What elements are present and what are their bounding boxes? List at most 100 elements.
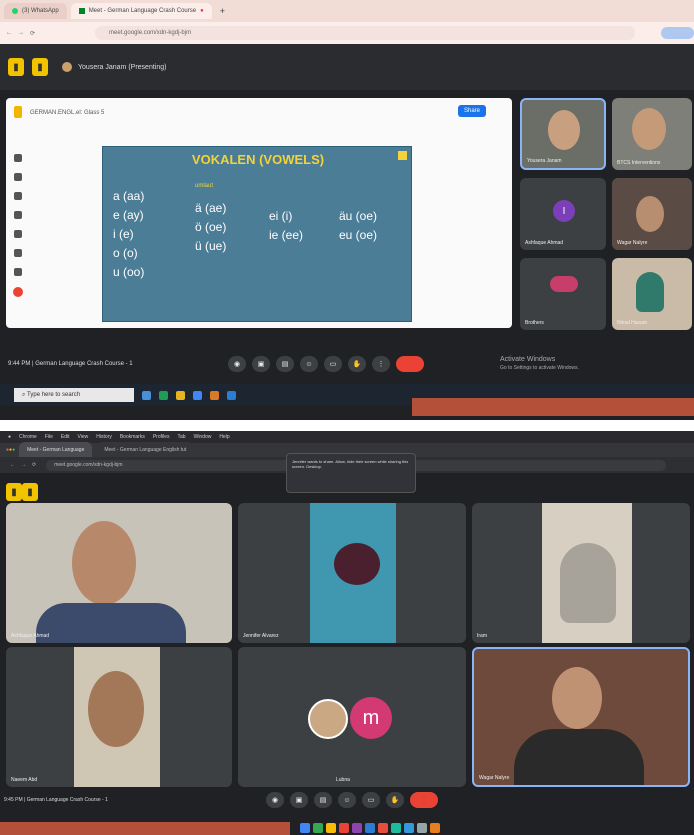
menu-item[interactable]: Profiles (153, 434, 170, 440)
word-icon[interactable] (227, 390, 236, 400)
tab-meet-2[interactable]: Meet - German Language English tut (96, 442, 195, 458)
marker-tool-icon[interactable] (14, 173, 22, 181)
calendar-icon[interactable] (339, 823, 349, 833)
new-tab-button[interactable]: + (220, 6, 225, 16)
forward-icon[interactable]: → (21, 462, 26, 468)
explorer-icon[interactable] (176, 390, 185, 400)
captions-button[interactable]: ▤ (314, 792, 332, 808)
vowel-column-umlaut: ä (ae) ö (oe) ü (ue) (195, 199, 226, 256)
avatar: m (350, 697, 392, 739)
podcasts-icon[interactable] (352, 823, 362, 833)
participant-tile[interactable]: Ashfaque Ahmad (6, 503, 232, 643)
record-tool-icon[interactable] (13, 287, 23, 297)
chrome-icon[interactable] (193, 390, 202, 400)
share-button[interactable]: Share (457, 105, 486, 117)
edge-icon[interactable] (159, 390, 168, 400)
vowel-aeu: äu (oe) (339, 209, 378, 223)
participant-tile[interactable]: Wagar Nalyre (472, 647, 690, 787)
participant-tile[interactable]: BTCS Interventions (612, 98, 692, 170)
finder-icon[interactable] (300, 823, 310, 833)
meet-toolbar-button[interactable]: ▮ (8, 58, 24, 76)
emoji-button[interactable]: ☺ (300, 356, 318, 372)
back-icon[interactable]: ← (6, 30, 12, 36)
meet-panel-button[interactable]: ▮ (32, 58, 48, 76)
task-view-icon[interactable] (142, 390, 151, 400)
print-tool-icon[interactable] (14, 230, 22, 238)
participant-name: Jennifer Alvarez (243, 633, 279, 639)
meeting-info: 9:44 PM | German Language Crash Course -… (8, 361, 133, 367)
meet-toolbar-button[interactable]: ▮ (6, 483, 22, 501)
expand-tool-icon[interactable] (14, 268, 22, 276)
end-call-button[interactable] (396, 356, 424, 372)
end-call-button[interactable] (410, 792, 438, 808)
notes-icon[interactable] (326, 823, 336, 833)
menu-item[interactable]: History (96, 434, 112, 440)
participant-tile[interactable]: Wagar Nalyre (612, 178, 692, 250)
avatar (550, 276, 578, 292)
facetime-icon[interactable] (313, 823, 323, 833)
participant-tile[interactable]: Jennifer Alvarez (238, 503, 466, 643)
reload-icon[interactable]: ⟳ (32, 462, 36, 468)
slides-logo-icon (14, 106, 22, 118)
url-field[interactable]: meet.google.com/xdn-kgdj-bjm (95, 26, 636, 40)
forward-icon[interactable]: → (18, 30, 24, 36)
tab-whatsapp[interactable]: (3) WhatsApp (4, 3, 67, 19)
music-icon[interactable] (378, 823, 388, 833)
menu-item[interactable]: File (45, 434, 53, 440)
apple-icon[interactable]: ● (8, 434, 11, 440)
mic-button[interactable]: ◉ (266, 792, 284, 808)
screen-share-notification[interactable]: Jennifer wants to share. Allow, hide the… (286, 453, 416, 493)
participant-tile[interactable]: I Ashfaque Ahmad (520, 178, 606, 250)
participant-tile[interactable]: Nimal Hazam (612, 258, 692, 330)
mic-button[interactable]: ◉ (228, 356, 246, 372)
profile-chip[interactable] (661, 27, 694, 39)
window-controls[interactable]: ●●● (6, 447, 15, 453)
meet-panel-button[interactable]: ▮ (22, 483, 38, 501)
vowel-column-diphthong: ei (i) ie (ee) (269, 207, 303, 245)
menu-item[interactable]: Tab (178, 434, 186, 440)
back-icon[interactable]: ← (10, 462, 15, 468)
pen-tool-icon[interactable] (14, 154, 22, 162)
pointer-tool-icon[interactable] (14, 192, 22, 200)
word-icon[interactable] (365, 823, 375, 833)
participant-tile[interactable]: Naeem Abd (6, 647, 232, 787)
vowel-u: u (oo) (113, 265, 145, 279)
vowel-o: o (o) (113, 246, 138, 260)
raise-hand-button[interactable]: ✋ (348, 356, 366, 372)
present-button[interactable]: ▭ (362, 792, 380, 808)
tab-meet[interactable]: Meet - German Language (19, 442, 93, 458)
maps-icon[interactable] (391, 823, 401, 833)
camera-button[interactable]: ▣ (290, 792, 308, 808)
captions-button[interactable]: ▤ (276, 356, 294, 372)
vowel-i: i (e) (113, 227, 134, 241)
mail-icon[interactable] (404, 823, 414, 833)
raise-hand-button[interactable]: ✋ (386, 792, 404, 808)
participant-tile[interactable]: Brothers (520, 258, 606, 330)
circle-tool-icon[interactable] (14, 249, 22, 257)
menu-item[interactable]: Window (194, 434, 212, 440)
camera-button[interactable]: ▣ (252, 356, 270, 372)
browser-tab-bar: (3) WhatsApp Meet - German Language Cras… (0, 0, 694, 22)
menu-item[interactable]: Edit (61, 434, 70, 440)
menu-item[interactable]: View (78, 434, 89, 440)
emoji-button[interactable]: ☺ (338, 792, 356, 808)
menu-item[interactable]: Bookmarks (120, 434, 145, 440)
present-button[interactable]: ▭ (324, 356, 342, 372)
app-icon[interactable] (210, 390, 219, 400)
menu-item[interactable]: Help (219, 434, 229, 440)
vowel-eu: eu (oe) (339, 228, 378, 242)
record-icon: ● (200, 8, 204, 14)
settings-icon[interactable] (417, 823, 427, 833)
participant-tile[interactable]: Yousera Janam (520, 98, 606, 170)
participant-name: Ashfaque Ahmad (11, 633, 50, 639)
menu-item[interactable]: Chrome (19, 434, 37, 440)
more-options-button[interactable]: ⋮ (372, 356, 390, 372)
participant-tile[interactable]: m Lubna (238, 647, 466, 787)
tab-meet[interactable]: Meet - German Language Crash Course ● (70, 3, 212, 19)
grid-tool-icon[interactable] (14, 211, 22, 219)
reload-icon[interactable]: ⟳ (30, 30, 35, 37)
participant-tile[interactable]: Iram (472, 503, 690, 643)
taskbar-search[interactable]: ⌕ Type here to search (14, 388, 134, 402)
app-icon[interactable] (430, 823, 440, 833)
activate-windows-sub: Go to Settings to activate Windows. (500, 365, 579, 371)
